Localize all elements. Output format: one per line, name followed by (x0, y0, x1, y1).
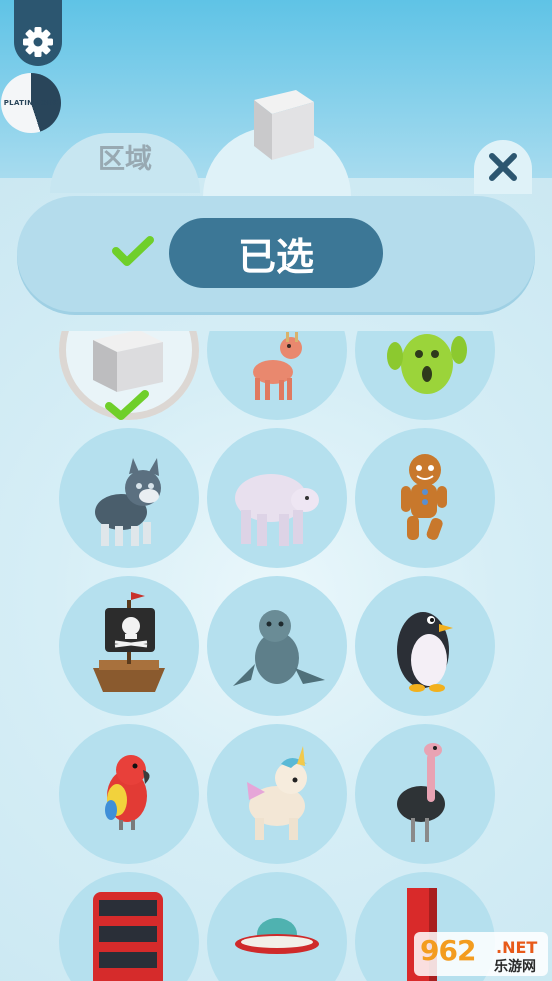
polar-bear-icon (235, 474, 319, 546)
ostrich-icon (397, 743, 445, 842)
skin-seal[interactable] (207, 576, 347, 716)
skin-wolf[interactable] (59, 428, 199, 568)
unicorn-icon (247, 746, 307, 840)
selected-filter-label: 已选 (237, 234, 314, 279)
selected-filter-button[interactable]: 已选 (169, 218, 383, 288)
bus-icon (93, 892, 163, 981)
watermark-number: 962 (420, 934, 476, 967)
skin-polar-bear[interactable] (207, 428, 347, 568)
seal-icon (233, 610, 325, 686)
cactus-icon (387, 334, 467, 394)
close-icon (489, 153, 517, 181)
skin-white-cube[interactable] (59, 331, 199, 420)
skin-unicorn[interactable] (207, 724, 347, 864)
skin-penguin[interactable] (355, 576, 495, 716)
deer-icon (253, 332, 302, 400)
skin-gingerbread-man[interactable] (355, 428, 495, 568)
gingerbread-man-icon (401, 454, 447, 540)
mods-badge-text: PLATINMODS (3, 99, 59, 107)
skin-cactus[interactable] (355, 331, 495, 420)
parrot-icon (105, 755, 150, 830)
skin-ufo[interactable] (207, 872, 347, 981)
wolf-icon (95, 458, 161, 546)
skin-double-decker-bus[interactable] (59, 872, 199, 981)
mods-badge[interactable]: PLATINMODS (1, 73, 61, 133)
watermark-logo: 962 .NET 乐游网 (414, 932, 548, 976)
skin-deer[interactable] (207, 331, 347, 420)
pirate-ship-icon (93, 592, 165, 692)
cube-skin-icon (93, 331, 163, 420)
gear-icon (23, 27, 53, 57)
penguin-icon (397, 612, 453, 692)
skin-ostrich[interactable] (355, 724, 495, 864)
skin-pirate-ship[interactable] (59, 576, 199, 716)
check-icon (112, 236, 154, 266)
skin-parrot[interactable] (59, 724, 199, 864)
watermark-suffix: .NET (496, 938, 538, 957)
close-button[interactable] (474, 140, 532, 194)
ufo-icon (235, 918, 319, 954)
settings-button[interactable] (14, 0, 62, 66)
cube-icon (254, 90, 314, 160)
watermark-site: 乐游网 (494, 959, 536, 975)
tab-region-label: 区域 (98, 144, 152, 175)
skin-grid (0, 331, 552, 981)
